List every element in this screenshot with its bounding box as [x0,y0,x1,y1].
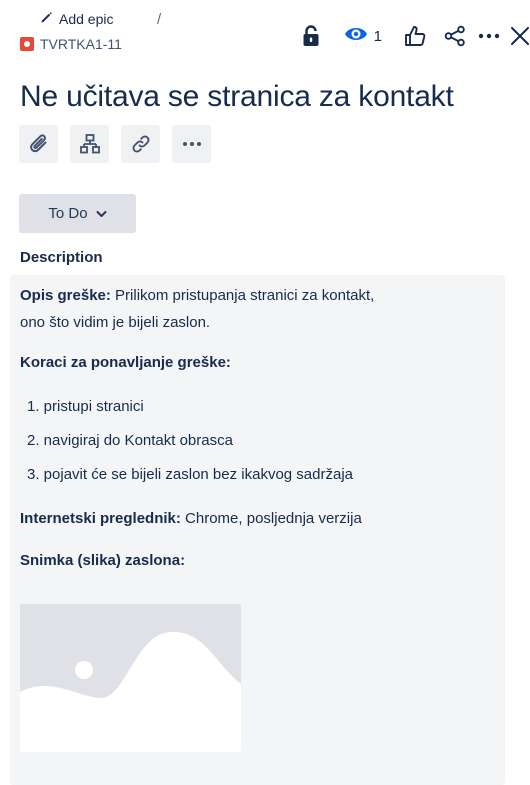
list-item: 3. pojavit će se bijeli zaslon bez ikakv… [27,466,354,483]
status-dropdown[interactable]: To Do [19,194,136,233]
add-epic-label: Add epic [59,11,114,27]
status-label: To Do [48,205,88,222]
like-icon[interactable] [404,25,426,47]
lock-icon[interactable] [298,25,324,47]
browser-line: Internetski preglednik: Chrome, posljedn… [20,507,362,531]
close-icon[interactable] [510,26,530,46]
bug-icon [20,37,34,51]
watch-button[interactable]: 1 [344,25,382,48]
watch-count: 1 [373,27,382,45]
steps-heading-label: Koraci za ponavljanje greške: [20,354,231,371]
steps-heading: Koraci za ponavljanje greške: [20,351,231,375]
issue-key-label: TVRTKA1-11 [40,36,122,52]
issue-key-link[interactable]: TVRTKA1-11 [20,36,122,52]
list-item: 2. navigiraj do Kontakt obrasca [27,432,233,449]
link-icon[interactable] [121,125,160,163]
eye-icon [344,25,368,48]
add-epic-link[interactable]: Add epic [40,11,113,27]
screenshot-label: Snimka (slika) zaslona: [20,552,186,569]
issue-title[interactable]: Ne učitava se stranica za kontakt [20,80,454,114]
browser-value: Chrome, posljednja verzija [180,510,362,527]
share-icon[interactable] [444,25,466,47]
opis-text-2: ono što vidim je bijeli zaslon. [20,314,211,331]
issue-toolbar [19,125,211,163]
screenshot-heading: Snimka (slika) zaslona: [20,549,185,573]
attachment-icon[interactable] [19,125,58,163]
chevron-down-icon [96,205,107,222]
opis-label: Opis greške: [20,287,111,304]
browser-label: Internetski preglednik: [20,510,181,527]
breadcrumb-separator: / [157,11,162,28]
description-label: Description [20,249,103,266]
opis-text: Prilikom pristupanja stranici za kontakt… [110,287,375,304]
pencil-icon [40,11,53,27]
issue-actions: 1 [298,22,530,50]
description-opis-line: Opis greške: Prilikom pristupanja strani… [20,284,374,308]
more-actions-icon[interactable] [478,32,500,40]
image-placeholder-icon[interactable] [20,604,241,752]
child-issue-icon[interactable] [70,125,109,163]
list-item: 1. pristupi stranici [27,398,144,415]
more-icon[interactable] [172,125,211,163]
